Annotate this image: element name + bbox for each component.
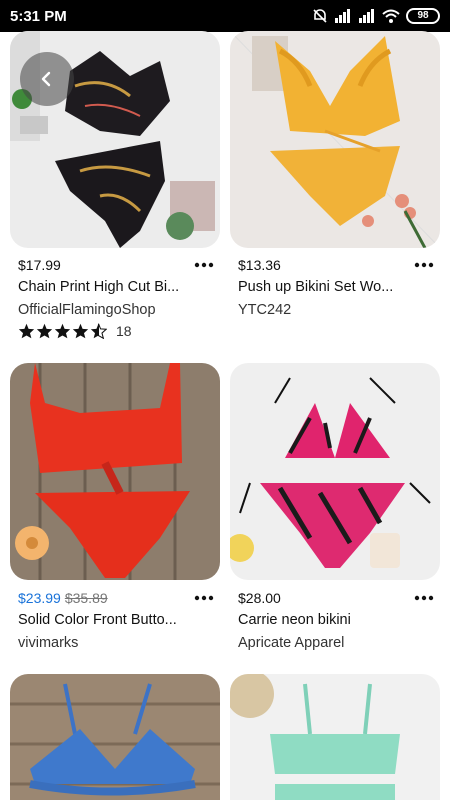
more-dots-icon [414,262,434,268]
product-image[interactable] [230,674,440,800]
sale-price: $23.99 [18,590,61,606]
product-image[interactable] [230,363,440,580]
star-icon [72,323,89,339]
product-rating: 18 [18,323,132,339]
price-row: $23.99 $35.89 [18,590,108,606]
more-dots-icon [194,595,214,601]
product-price: $17.99 [18,257,61,273]
product-image[interactable] [10,674,220,800]
product-seller[interactable]: vivimarks [18,635,78,651]
star-icon [54,323,71,339]
star-icon [18,323,35,339]
more-dots-icon [414,595,434,601]
half-star-icon [90,323,107,339]
back-button[interactable] [20,52,74,106]
product-image[interactable] [10,363,220,580]
product-seller[interactable]: Apricate Apparel [238,635,344,651]
product-seller[interactable]: YTC242 [238,302,291,318]
more-options-button[interactable] [191,258,217,272]
product-image[interactable] [230,31,440,248]
product-title[interactable]: Push up Bikini Set Wo... [238,279,393,295]
product-price: $13.36 [238,257,281,273]
signal-icon [359,9,374,23]
wifi-icon [382,9,400,23]
more-dots-icon [194,262,214,268]
star-icon [36,323,53,339]
chevron-left-icon [41,71,51,87]
price-row: $28.00 [238,590,281,606]
signal-icon [335,9,350,23]
product-title[interactable]: Chain Print High Cut Bi... [18,279,179,295]
more-options-button[interactable] [191,591,217,605]
battery-icon: 98 [406,8,440,24]
status-bar: 5:31 PM 98 [0,0,450,32]
more-options-button[interactable] [411,591,437,605]
mute-icon [313,9,327,23]
product-title[interactable]: Carrie neon bikini [238,612,351,628]
original-price: $35.89 [64,590,108,606]
price-row: $13.36 [238,257,281,273]
product-price: $28.00 [238,590,281,606]
status-time: 5:31 PM [10,7,67,25]
status-icons: 98 [312,8,440,24]
review-count: 18 [116,323,132,339]
product-seller[interactable]: OfficialFlamingoShop [18,302,156,318]
more-options-button[interactable] [411,258,437,272]
product-title[interactable]: Solid Color Front Butto... [18,612,177,628]
price-row: $17.99 [18,257,61,273]
